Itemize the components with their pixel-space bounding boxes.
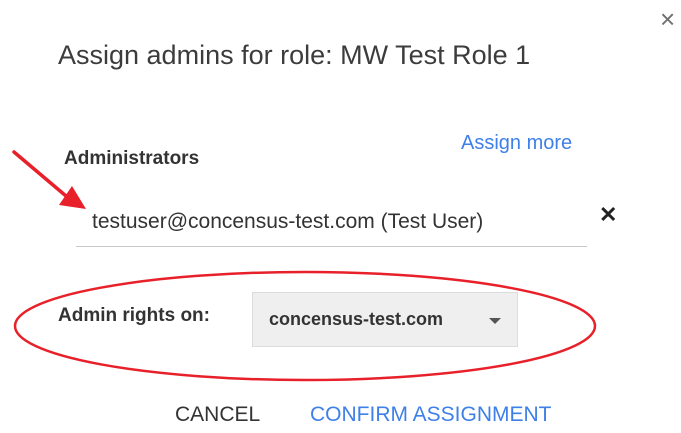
admin-rights-label: Admin rights on:	[58, 305, 210, 326]
close-icon[interactable]: ×	[660, 6, 675, 32]
assign-more-link[interactable]: Assign more	[461, 132, 572, 155]
red-arrow-icon	[12, 150, 68, 198]
remove-administrator-icon[interactable]: ✕	[599, 202, 617, 228]
administrators-label: Administrators	[64, 148, 200, 169]
confirm-assignment-button[interactable]: CONFIRM ASSIGNMENT	[310, 403, 552, 427]
dialog-title: Assign admins for role: MW Test Role 1	[58, 40, 531, 70]
administrator-value: testuser@concensus-test.com (Test User)	[92, 210, 484, 233]
administrator-input[interactable]: testuser@concensus-test.com (Test User)	[76, 206, 587, 247]
cancel-button[interactable]: CANCEL	[175, 403, 260, 427]
assign-admins-dialog: × Assign admins for role: MW Test Role 1…	[0, 0, 681, 433]
chevron-down-icon	[489, 318, 501, 324]
domain-select-value: concensus-test.com	[269, 309, 444, 329]
domain-select[interactable]: concensus-test.com	[252, 292, 518, 347]
